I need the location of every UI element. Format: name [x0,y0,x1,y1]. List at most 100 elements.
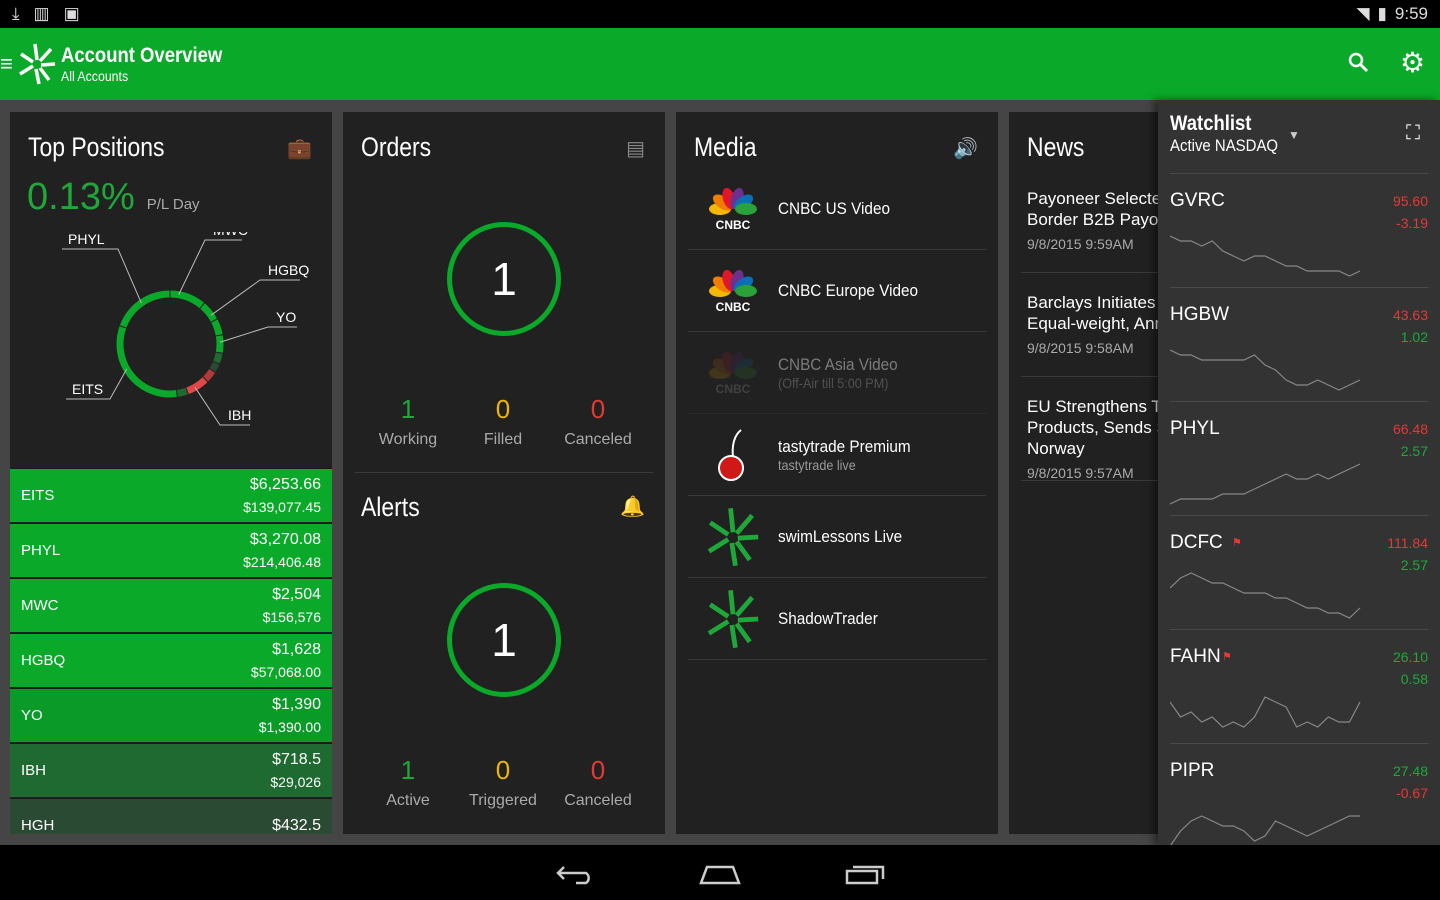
position-row[interactable]: PHYL $3,270.08 $214,406.48 [10,523,332,577]
donut-leader-line [62,248,142,304]
bell-icon[interactable]: 🔔 [620,494,645,519]
donut-segment[interactable] [119,290,170,328]
position-symbol: EITS [21,487,55,504]
news-headline-line: Border B2B Payouts [1027,210,1167,229]
donut-label: MWC [213,232,248,238]
divider [1021,376,1169,377]
svg-text:CNBC: CNBC [716,300,751,313]
cnbc-logo: CNBC [709,351,757,395]
watchlist-price: 27.48 [1392,763,1428,779]
news-headline-line: Norway [1027,439,1085,458]
account-selector[interactable]: All Accounts [61,68,222,84]
position-value: $1,390.00 [258,718,321,735]
watchlist-item[interactable]: DCFC ⚑ 111.84 2.57 [1170,515,1428,628]
alerts-stat[interactable]: 0 Canceled [548,755,648,810]
media-title: tastytrade Premium [778,436,911,456]
position-row[interactable]: YO $1,390 $1,390.00 [10,688,332,742]
media-title: ShadowTrader [778,608,878,628]
positions-donut-chart[interactable]: PHYL MWC HGBQ YO EITS IBH [10,232,332,462]
sparkline-chart [1170,235,1361,277]
panel-title: Top Positions [28,132,165,162]
donut-segment[interactable] [209,361,220,372]
sparkline [1170,815,1360,847]
settings-icon[interactable]: ⚙ [1400,46,1425,79]
watchlist-item[interactable]: PHYL 66.48 2.57 [1170,401,1428,514]
position-pl: $432.5 [272,816,321,834]
donut-leader-line [219,326,297,343]
watchlist-selector[interactable]: Active NASDAQ [1170,136,1278,156]
orders-stat[interactable]: 0 Filled [453,394,553,449]
sparkline [1170,696,1361,728]
donut-segment[interactable] [203,368,216,382]
menu-icon[interactable]: ≡ [0,51,13,77]
home-icon[interactable] [699,863,741,885]
position-value: $29,026 [270,773,321,790]
alerts-count-ring[interactable]: 1 [447,583,561,697]
alerts-stat[interactable]: 0 Triggered [453,755,553,810]
briefcase-check-icon: ▣ [63,4,80,23]
stat-value: 0 [495,755,511,785]
media-item[interactable]: CNBC CNBC US Video [688,168,986,250]
tastyworks-logo [707,589,759,648]
news-item[interactable]: Payoneer Selected I Border B2B Payouts 9/8… [1027,188,1167,255]
position-row[interactable]: HGBQ $1,628 $57,068.00 [10,633,332,687]
position-pl: $1,628 [272,640,321,658]
news-item[interactable]: EU Strengthens Trad Products, Sends Str No… [1027,396,1167,484]
donut-segment[interactable] [170,290,204,309]
volume-icon[interactable]: 🔊 [953,136,978,161]
media-item[interactable]: tastytrade Premium tastytrade live [688,414,986,496]
stat-label: Active [386,792,430,809]
watchlist-item[interactable]: HGBW 43.63 1.02 [1170,287,1428,400]
media-item[interactable]: ShadowTrader [688,578,986,660]
news-headline-line: Payoneer Selected I [1027,189,1167,208]
fullscreen-icon[interactable]: ⛶ [1406,122,1420,145]
orders-count-ring[interactable]: 1 [447,222,561,336]
position-row[interactable]: HGH $432.5 [10,798,332,834]
search-icon[interactable] [1348,52,1370,74]
media-item[interactable]: swimLessons Live [688,496,986,578]
orders-stat[interactable]: 0 Canceled [548,394,648,449]
donut-label: IBH [228,407,251,423]
watchlist-price: 95.60 [1392,193,1428,209]
dropdown-arrow-icon[interactable]: ▼ [1288,128,1300,142]
media-title: CNBC Europe Video [778,280,919,300]
donut-segment[interactable] [215,335,224,353]
page-title: Account Overview [60,44,223,67]
stat-label: Working [378,431,438,448]
media-panel: Media 🔊 CNBC CNBC US Video CNBC CNBC Europe… [676,112,998,834]
tastyworks-logo[interactable] [17,42,57,86]
document-icon[interactable]: ▤ [626,136,645,161]
watchlist-change: -0.67 [1396,785,1428,801]
media-item[interactable]: CNBC CNBC Europe Video [688,250,986,332]
alerts-title: Alerts [361,492,420,522]
clock: 9:59 [1394,4,1428,23]
back-icon[interactable] [556,863,596,885]
donut-segment[interactable] [213,352,223,364]
watchlist-change: -3.19 [1396,215,1428,231]
media-item[interactable]: CNBC CNBC Asia Video (Off-Air till 5:00 PM… [688,332,986,414]
stat-value: 1 [400,755,416,785]
orders-panel: Orders ▤ 1 1 Working 0 Filled 0 Canceled Aler… [343,112,665,834]
svg-text:CNBC: CNBC [716,218,751,231]
recents-icon[interactable] [845,863,885,885]
position-row[interactable]: IBH $718.5 $29,026 [10,743,332,797]
alerts-stat[interactable]: 1 Active [358,755,458,810]
stat-value: 0 [590,394,606,424]
watchlist-symbol: HGBW [1170,304,1230,325]
orders-stat[interactable]: 1 Working [358,394,458,449]
watchlist-item[interactable]: GVRC 95.60 -3.19 [1170,173,1428,286]
briefcase-icon[interactable]: 💼 [287,136,312,161]
position-row[interactable]: EITS $6,253.66 $139,077.45 [10,468,332,522]
position-pl: $3,270.08 [249,530,321,548]
position-row[interactable]: MWC $2,504 $156,576 [10,578,332,632]
donut-segment[interactable] [211,319,223,336]
watchlist-price: 111.84 [1387,535,1428,551]
watchlist-title: Watchlist [1170,112,1252,135]
news-item[interactable]: Barclays Initiates Co Equal-weight, Annou… [1027,292,1167,359]
media-subtitle: tastytrade live [778,456,856,473]
donut-segment[interactable] [200,303,217,322]
watchlist-item[interactable]: PIPR 27.48 -0.67 [1170,743,1428,856]
donut-segment[interactable] [176,387,188,397]
watchlist-item[interactable]: FAHN ⚑ 26.10 0.58 [1170,629,1428,742]
donut-segment[interactable] [116,326,177,398]
